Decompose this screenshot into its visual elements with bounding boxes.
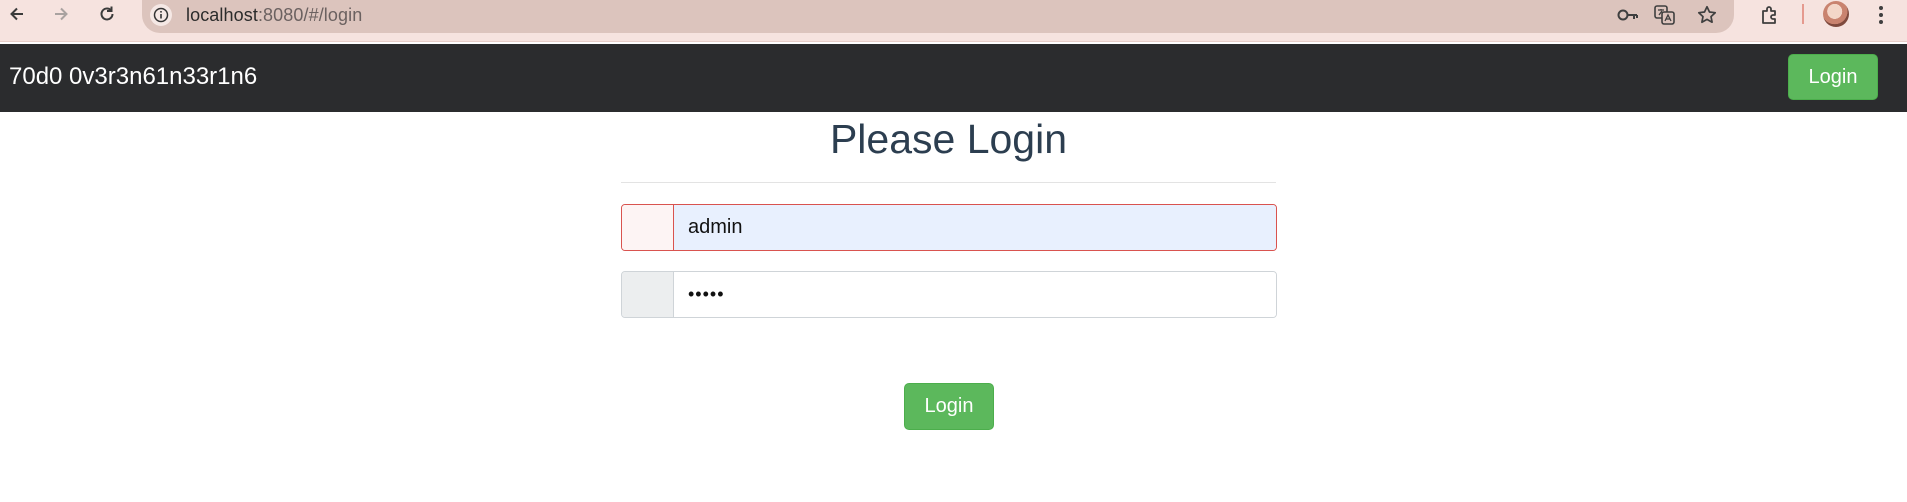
browser-toolbar: localhost:8080/#/login	[0, 0, 1907, 42]
url-path: :8080/#/login	[257, 5, 363, 25]
back-icon[interactable]	[2, 0, 32, 28]
forward-icon[interactable]	[46, 0, 76, 28]
translate-icon[interactable]	[1650, 2, 1680, 28]
address-bar[interactable]: localhost:8080/#/login	[142, 0, 1734, 33]
reload-icon[interactable]	[92, 0, 122, 28]
bookmark-star-icon[interactable]	[1692, 2, 1722, 28]
url-host: localhost	[186, 5, 258, 25]
username-addon	[622, 205, 674, 250]
brand-title[interactable]: 70d0 0v3r3n61n33r1n6	[9, 63, 257, 91]
password-key-icon[interactable]	[1613, 2, 1643, 28]
navbar-login-button[interactable]: Login	[1788, 54, 1878, 100]
url-text: localhost:8080/#/login	[186, 5, 362, 26]
username-input-group: admin	[621, 204, 1277, 251]
password-addon	[622, 272, 674, 317]
username-input[interactable]: admin	[674, 205, 1276, 250]
page-title: Please Login	[829, 116, 1068, 162]
title-divider	[621, 182, 1276, 183]
extensions-icon[interactable]	[1755, 2, 1785, 28]
profile-avatar[interactable]	[1823, 1, 1849, 27]
toolbar-divider	[1802, 4, 1804, 24]
password-input-group: •••••	[621, 271, 1277, 318]
more-menu-icon[interactable]	[1866, 2, 1896, 28]
app-navbar: 70d0 0v3r3n61n33r1n6 Login	[0, 44, 1907, 112]
password-input[interactable]: •••••	[674, 272, 1276, 317]
site-info-icon[interactable]	[150, 4, 172, 26]
login-submit-button[interactable]: Login	[904, 383, 994, 430]
